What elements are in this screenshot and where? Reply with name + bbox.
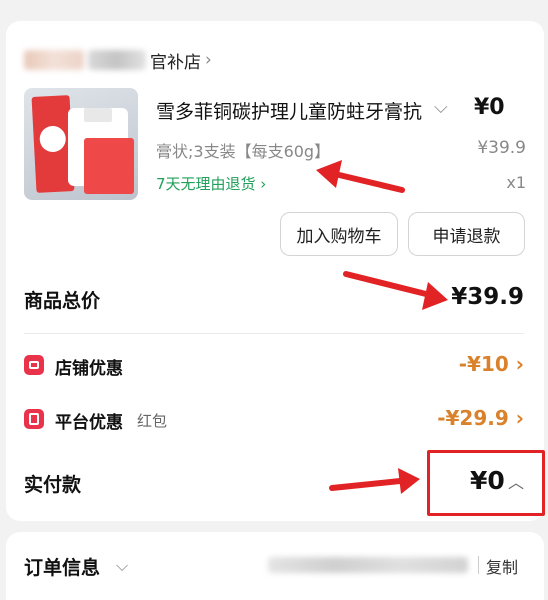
annotation-arrow-icon bbox=[343, 271, 448, 310]
annotation-arrows bbox=[316, 160, 448, 494]
annotation-arrow-icon bbox=[329, 468, 420, 494]
annotation-arrow-icon bbox=[316, 160, 405, 193]
